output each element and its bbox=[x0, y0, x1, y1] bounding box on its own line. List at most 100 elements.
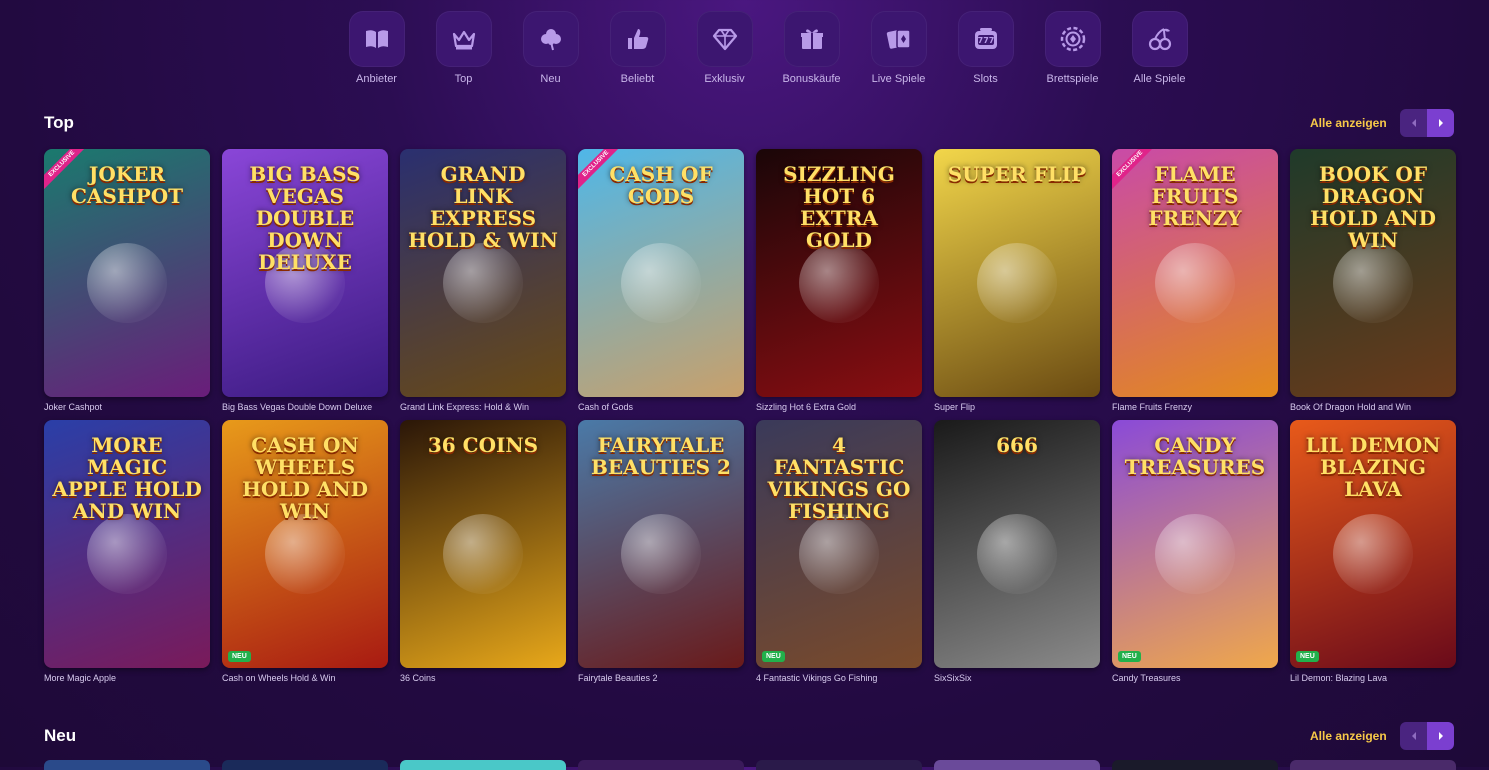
game-thumbnail[interactable]: 4 FANTASTIC VIKINGS GO FISHING NEU bbox=[756, 420, 922, 668]
game-tile[interactable]: SIZZLING HOT 6 extra gold Sizzling Hot 6 … bbox=[756, 149, 922, 420]
thumbs-up-icon bbox=[609, 11, 666, 67]
top-next-button[interactable] bbox=[1427, 109, 1454, 137]
category-label: Exklusiv bbox=[704, 73, 745, 85]
game-thumbnail[interactable]: 666 bbox=[934, 420, 1100, 668]
game-tile[interactable]: 666 SixSixSix bbox=[934, 420, 1100, 691]
slot-777-icon: 777 bbox=[957, 11, 1014, 67]
game-thumbnail[interactable]: BOOK OF DRAGON HOLD AND WIN bbox=[1290, 149, 1456, 397]
category-exklusiv[interactable]: Exklusiv bbox=[681, 11, 768, 85]
game-thumbnail[interactable]: CASH ON WHEELS HOLD AND WIN NEU bbox=[222, 420, 388, 668]
category-bonuskäufe[interactable]: Bonuskäufe bbox=[768, 11, 855, 85]
category-label: Beliebt bbox=[620, 73, 655, 85]
game-logo: CASH ON WHEELS HOLD AND WIN bbox=[242, 433, 368, 523]
game-title: Super Flip bbox=[934, 402, 976, 412]
game-thumbnail[interactable]: FLAME FRUITS FRENZY EXCLUSIVE bbox=[1112, 149, 1278, 397]
game-logo: 666 bbox=[996, 433, 1038, 457]
neu-next-button[interactable] bbox=[1427, 722, 1454, 750]
game-tile[interactable] bbox=[44, 760, 210, 770]
game-tile[interactable]: CASH OF GODS EXCLUSIVE Cash of Gods bbox=[578, 149, 744, 420]
game-thumbnail[interactable]: CANDY TREASURES NEU bbox=[1112, 420, 1278, 668]
book-open-icon bbox=[348, 11, 405, 67]
category-live-spiele[interactable]: Live Spiele bbox=[855, 11, 942, 85]
game-title: Lil Demon: Blazing Lava bbox=[1290, 673, 1388, 683]
game-logo: CANDY TREASURES bbox=[1124, 433, 1266, 479]
category-top[interactable]: Top bbox=[420, 11, 507, 85]
game-art bbox=[1155, 242, 1235, 323]
game-tile[interactable]: CANDY TREASURES NEU Candy Treasures bbox=[1112, 420, 1278, 691]
game-art bbox=[265, 513, 345, 594]
game-logo: FAIRYTALE BEAUTIES 2 bbox=[591, 433, 731, 479]
game-title: Cash of Gods bbox=[578, 402, 634, 412]
category-beliebt[interactable]: Beliebt bbox=[594, 11, 681, 85]
game-tile[interactable] bbox=[1112, 760, 1278, 770]
neu-pager bbox=[1400, 722, 1454, 750]
game-logo: BIG BASS VEGAS DOUBLE DOWN DELUXE bbox=[249, 162, 361, 274]
game-art bbox=[799, 242, 879, 323]
section-title-neu: Neu bbox=[44, 726, 77, 745]
game-tile[interactable] bbox=[222, 760, 388, 770]
crown-icon bbox=[435, 11, 492, 67]
game-tile[interactable]: 36 COINS 36 Coins bbox=[400, 420, 566, 691]
game-thumbnail[interactable]: CASH OF GODS EXCLUSIVE bbox=[578, 149, 744, 397]
top-see-all-link[interactable]: Alle anzeigen bbox=[1310, 116, 1387, 130]
game-art bbox=[799, 513, 879, 594]
category-label: Neu bbox=[540, 73, 561, 85]
game-title: 36 Coins bbox=[400, 673, 436, 683]
game-thumbnail[interactable]: MORE MAGIC APPLE HOLD AND WIN bbox=[44, 420, 210, 668]
category-anbieter[interactable]: Anbieter bbox=[333, 11, 420, 85]
game-tile[interactable] bbox=[756, 760, 922, 770]
chevron-right-icon bbox=[1438, 119, 1443, 127]
game-art bbox=[621, 513, 701, 594]
game-tile[interactable]: BOOK OF DRAGON HOLD AND WIN Book Of Drago… bbox=[1290, 149, 1456, 420]
game-tile[interactable]: 4 FANTASTIC VIKINGS GO FISHING NEU 4 Fanta… bbox=[756, 420, 922, 691]
game-title: Fairytale Beauties 2 bbox=[578, 673, 658, 683]
category-brettspiele[interactable]: Brettspiele bbox=[1029, 11, 1116, 85]
category-slots[interactable]: 777 Slots bbox=[942, 11, 1029, 85]
game-tile[interactable]: FLAME FRUITS FRENZY EXCLUSIVE Flame Fruits… bbox=[1112, 149, 1278, 420]
new-badge: NEU bbox=[762, 651, 785, 662]
game-tile[interactable]: FAIRYTALE BEAUTIES 2 Fairytale Beauties 2 bbox=[578, 420, 744, 691]
category-neu[interactable]: Neu bbox=[507, 11, 594, 85]
chevron-left-icon bbox=[1411, 119, 1416, 127]
game-tile[interactable]: CASH ON WHEELS HOLD AND WIN NEU Cash on Wh… bbox=[222, 420, 388, 691]
game-tile[interactable]: SUPER FLIP Super Flip bbox=[934, 149, 1100, 420]
game-tile[interactable]: LIL DEMON BLAZING LAVA NEU Lil Demon: Blaz… bbox=[1290, 420, 1456, 691]
game-thumbnail[interactable]: FAIRYTALE BEAUTIES 2 bbox=[578, 420, 744, 668]
category-label: Alle Spiele bbox=[1133, 73, 1186, 85]
neu-games-row bbox=[44, 760, 1456, 770]
game-title: Joker Cashpot bbox=[44, 402, 103, 412]
game-tile[interactable]: GRAND LINK EXPRESS HOLD & WIN Grand Link … bbox=[400, 149, 566, 420]
top-prev-button[interactable] bbox=[1400, 109, 1427, 137]
chip-icon bbox=[1044, 11, 1101, 67]
game-title: Candy Treasures bbox=[1112, 673, 1181, 683]
game-tile[interactable] bbox=[1290, 760, 1456, 770]
game-thumbnail[interactable]: SUPER FLIP bbox=[934, 149, 1100, 397]
game-thumbnail[interactable]: 36 COINS bbox=[400, 420, 566, 668]
game-thumbnail[interactable]: LIL DEMON BLAZING LAVA NEU bbox=[1290, 420, 1456, 668]
game-thumbnail[interactable]: SIZZLING HOT 6 extra gold bbox=[756, 149, 922, 397]
category-alle-spiele[interactable]: Alle Spiele bbox=[1116, 11, 1203, 85]
neu-see-all-link[interactable]: Alle anzeigen bbox=[1310, 729, 1387, 743]
game-title: Big Bass Vegas Double Down Deluxe bbox=[222, 402, 373, 412]
category-nav: Anbieter Top Neu Beliebt Exklusiv Bonuskäufe L… bbox=[333, 11, 1203, 85]
game-thumbnail[interactable]: JOKER CASHPOT EXCLUSIVE bbox=[44, 149, 210, 397]
game-tile[interactable] bbox=[934, 760, 1100, 770]
diamond-icon bbox=[696, 11, 753, 67]
game-thumbnail[interactable]: GRAND LINK EXPRESS HOLD & WIN bbox=[400, 149, 566, 397]
game-tile[interactable] bbox=[578, 760, 744, 770]
neu-prev-button[interactable] bbox=[1400, 722, 1427, 750]
game-tile[interactable] bbox=[400, 760, 566, 770]
game-title: Book Of Dragon Hold and Win bbox=[1290, 402, 1412, 412]
game-tile[interactable]: JOKER CASHPOT EXCLUSIVE Joker Cashpot bbox=[44, 149, 210, 420]
game-art bbox=[977, 513, 1057, 594]
category-label: Slots bbox=[973, 73, 998, 85]
game-logo: MORE MAGIC APPLE HOLD AND WIN bbox=[52, 433, 202, 523]
game-logo: LIL DEMON BLAZING LAVA bbox=[1305, 433, 1441, 501]
game-logo: JOKER CASHPOT bbox=[70, 162, 184, 208]
game-logo: GRAND LINK EXPRESS HOLD & WIN bbox=[408, 162, 558, 252]
game-art bbox=[87, 513, 167, 594]
game-logo: SIZZLING HOT 6 extra gold bbox=[783, 162, 895, 252]
game-thumbnail[interactable]: BIG BASS VEGAS DOUBLE DOWN DELUXE bbox=[222, 149, 388, 397]
game-tile[interactable]: BIG BASS VEGAS DOUBLE DOWN DELUXE Big Bas… bbox=[222, 149, 388, 420]
game-tile[interactable]: MORE MAGIC APPLE HOLD AND WIN More Magic … bbox=[44, 420, 210, 691]
